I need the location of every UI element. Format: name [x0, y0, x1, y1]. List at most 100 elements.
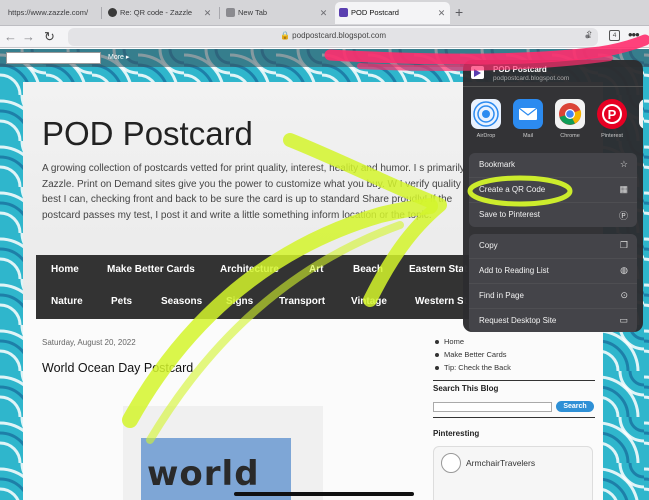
address-text: 🔒 podpostcard.blogspot.com	[279, 31, 387, 40]
action-copy[interactable]: Copy ❐	[469, 234, 637, 258]
pinterest-icon[interactable]: P	[597, 99, 627, 129]
blogger-search-input[interactable]	[6, 52, 101, 64]
divider	[433, 380, 595, 381]
forward-arrow-icon[interactable]: →	[22, 28, 35, 46]
close-icon[interactable]: ✕	[203, 9, 212, 18]
tab-new-tab[interactable]: New Tab ✕	[222, 2, 332, 24]
url-text: podpostcard.blogspot.com	[292, 31, 387, 40]
menu-item-western-states[interactable]: Western St	[415, 296, 467, 307]
app-label: K	[634, 133, 643, 139]
action-create-qr-code[interactable]: Create a QR Code ▦	[469, 178, 637, 202]
action-label: Copy	[479, 241, 498, 250]
chrome-glyph	[559, 103, 582, 125]
more-menu-button[interactable]: •••	[628, 27, 640, 42]
chrome-icon[interactable]	[555, 99, 585, 129]
blogger-more-link[interactable]: More ▸	[108, 53, 129, 61]
menu-item-nature[interactable]: Nature	[51, 296, 83, 307]
tab-zazzle[interactable]: https://www.zazzle.com/	[2, 2, 100, 24]
bullet	[435, 340, 439, 344]
find-icon: ⊙	[620, 290, 628, 300]
menu-item-beach[interactable]: Beach	[353, 264, 383, 275]
tab-bar: https://www.zazzle.com/ Re: QR code - Za…	[0, 0, 649, 26]
pinterest-profile-name[interactable]: ArmchairTravelers	[466, 458, 535, 468]
post-title[interactable]: World Ocean Day Postcard	[42, 361, 193, 375]
menu-item-eastern-states[interactable]: Eastern Stat	[409, 264, 467, 275]
post-date: Saturday, August 20, 2022	[42, 338, 136, 347]
reload-icon[interactable]: ↻	[44, 28, 55, 46]
pod-favicon-icon	[471, 66, 484, 79]
close-icon[interactable]: ✕	[437, 9, 446, 18]
postcard-artwork: world	[141, 438, 291, 500]
tab-pod-postcard[interactable]: POD Postcard ✕	[335, 2, 450, 24]
app-label: Mail	[522, 133, 534, 139]
browser-toolbar: ← → ↻ 🔒 podpostcard.blogspot.com ● ⇪	[0, 26, 649, 48]
sidebar-link-tip[interactable]: Tip: Check the Back	[444, 363, 511, 372]
tab-overview-button[interactable]: 4	[609, 30, 620, 41]
tab-label: New Tab	[238, 8, 268, 17]
tab-label: https://www.zazzle.com/	[8, 8, 89, 17]
share-title: POD Postcard	[493, 65, 547, 74]
menu-item-art[interactable]: Art	[309, 264, 323, 275]
app-partial-icon[interactable]	[639, 99, 643, 129]
zazzle-favicon-icon	[108, 8, 117, 17]
action-add-to-reading-list[interactable]: Add to Reading List ◍	[469, 259, 637, 283]
close-icon[interactable]: ✕	[319, 9, 328, 18]
pod-favicon-icon	[339, 8, 348, 17]
tab-separator	[101, 7, 102, 19]
tab-label: POD Postcard	[351, 8, 399, 17]
avatar	[441, 453, 461, 473]
tab-label: Re: QR code - Zazzle	[120, 8, 193, 17]
svg-text:P: P	[608, 107, 617, 122]
tab-qr-code[interactable]: Re: QR code - Zazzle ✕	[104, 2, 216, 24]
pinterest-widget[interactable]: ArmchairTravelers	[433, 446, 593, 500]
action-bookmark[interactable]: Bookmark ☆	[469, 153, 637, 177]
action-label: Request Desktop Site	[479, 316, 557, 325]
share-icon[interactable]: ⇪	[585, 30, 593, 41]
action-save-to-pinterest[interactable]: Save to Pinterest Ⓟ	[469, 203, 637, 227]
action-request-desktop-site[interactable]: Request Desktop Site ▭	[469, 309, 637, 332]
menu-item-seasons[interactable]: Seasons	[161, 296, 202, 307]
reading-list-icon: ◍	[620, 265, 628, 275]
globe-icon	[226, 8, 235, 17]
postcard-image[interactable]: world	[123, 406, 323, 500]
action-label: Bookmark	[479, 160, 516, 169]
new-tab-button[interactable]: +	[455, 4, 463, 20]
menu-item-transport[interactable]: Transport	[279, 296, 325, 307]
menu-item-vintage[interactable]: Vintage	[351, 296, 387, 307]
back-arrow-icon[interactable]: ←	[4, 28, 17, 46]
action-find-in-page[interactable]: Find in Page ⊙	[469, 284, 637, 308]
menu-item-signs[interactable]: Signs	[226, 296, 253, 307]
sidebar-link-home[interactable]: Home	[444, 337, 464, 346]
share-sheet-header: POD Postcard podpostcard.blogspot.com	[463, 60, 643, 87]
blog-title[interactable]: POD Postcard	[42, 115, 253, 153]
menu-item-make-better-cards[interactable]: Make Better Cards	[107, 264, 195, 275]
address-bar[interactable]: 🔒 podpostcard.blogspot.com ●	[68, 28, 598, 46]
menu-item-pets[interactable]: Pets	[111, 296, 132, 307]
postcard-word: world	[147, 454, 260, 494]
search-blog-heading: Search This Blog	[433, 384, 499, 393]
sidebar-link-make-better-cards[interactable]: Make Better Cards	[444, 350, 507, 359]
app-label: Pinterest	[601, 133, 623, 139]
action-label: Find in Page	[479, 291, 524, 300]
share-url: podpostcard.blogspot.com	[493, 75, 570, 82]
search-input[interactable]	[433, 402, 552, 412]
action-label: Add to Reading List	[479, 266, 549, 275]
airdrop-icon[interactable]	[471, 99, 501, 129]
airdrop-glyph	[473, 101, 499, 127]
envelope-glyph	[518, 107, 538, 120]
bullet	[435, 366, 439, 370]
pinterest-icon: Ⓟ	[618, 211, 628, 221]
qr-code-icon: ▦	[619, 184, 628, 194]
mail-icon[interactable]	[513, 99, 543, 129]
share-sheet: POD Postcard podpostcard.blogspot.com Ai…	[463, 60, 643, 332]
menu-item-architecture[interactable]: Architecture	[220, 264, 279, 275]
menu-item-home[interactable]: Home	[51, 264, 79, 275]
pinteresting-heading: Pinteresting	[433, 429, 480, 438]
share-apps-row: AirDrop Mail Chrome P Pinterest K	[463, 87, 643, 143]
action-label: Create a QR Code	[479, 185, 546, 194]
star-icon: ☆	[619, 159, 628, 169]
divider	[433, 417, 595, 418]
app-label: Chrome	[560, 133, 580, 139]
bullet	[435, 353, 439, 357]
search-button[interactable]: Search	[556, 401, 594, 412]
